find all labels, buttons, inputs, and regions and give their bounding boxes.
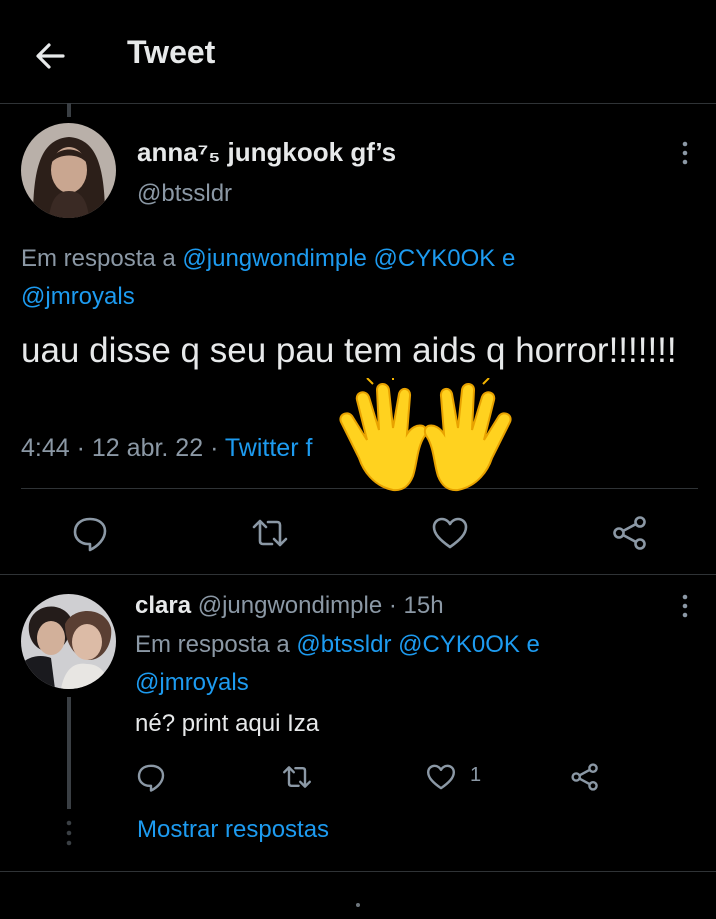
tweet-age[interactable]: 15h <box>404 592 444 619</box>
share-icon[interactable] <box>610 513 650 553</box>
avatar[interactable] <box>21 594 116 689</box>
page-title: Tweet <box>127 34 216 70</box>
mention-link[interactable]: @jmroyals <box>21 283 135 310</box>
share-icon[interactable] <box>569 761 601 793</box>
reply-icon[interactable] <box>70 513 110 553</box>
tweet-time[interactable]: 4:44 <box>21 434 70 462</box>
mention-link[interactable]: @btssldr <box>296 631 391 658</box>
tweet-source[interactable]: Twitter f <box>225 434 313 462</box>
mention-link[interactable]: @jmroyals <box>135 669 249 696</box>
tweet-text: uau disse q seu pau tem aids q horror!!!… <box>21 331 677 370</box>
more-options-icon[interactable] <box>675 140 695 166</box>
reply-context: Em resposta a @btssldr @CYK0OK e @jmroya… <box>135 626 655 702</box>
reply-and: e <box>526 631 540 658</box>
loading-dot <box>356 903 360 907</box>
mention-link[interactable]: @jungwondimple <box>182 245 366 272</box>
reply-header: clara @jungwondimple · 15h <box>135 592 444 620</box>
show-replies-link[interactable]: Mostrar respostas <box>137 816 329 844</box>
meta-separator: · <box>76 434 85 462</box>
arrow-left-icon[interactable] <box>30 36 70 76</box>
reply-and: e <box>501 245 516 272</box>
raising-hands-emoji <box>333 378 518 498</box>
tweet-date[interactable]: 12 abr. 22 <box>92 434 203 462</box>
like-count: 1 <box>470 764 482 786</box>
like-icon[interactable] <box>430 513 470 553</box>
reply-icon[interactable] <box>135 761 167 793</box>
meta-separator: · <box>388 592 397 619</box>
thread-dots <box>66 820 72 846</box>
tweet-text: né? print aqui Iza <box>135 710 320 737</box>
mention-link[interactable]: @CYK0OK <box>398 631 520 658</box>
divider <box>0 871 716 872</box>
display-name[interactable]: clara <box>135 592 191 619</box>
like-icon[interactable] <box>425 761 457 793</box>
mention-link[interactable]: @CYK0OK <box>374 245 496 272</box>
reply-prefix: Em resposta a <box>135 631 290 658</box>
retweet-icon[interactable] <box>281 761 313 793</box>
more-options-icon[interactable] <box>675 593 695 619</box>
reply-context: Em resposta a @jungwondimple @CYK0OK e @… <box>21 240 661 316</box>
tweet-meta: 4:44 · 12 abr. 22 · Twitter f <box>21 434 312 463</box>
reply-prefix: Em resposta a <box>21 245 176 272</box>
avatar[interactable] <box>21 123 116 218</box>
thread-line <box>67 103 71 117</box>
meta-separator: · <box>210 434 219 462</box>
display-name[interactable]: anna⁷₅ jungkook gf’s <box>137 137 396 168</box>
user-handle[interactable]: @btssldr <box>137 180 232 208</box>
user-handle[interactable]: @jungwondimple <box>198 592 382 619</box>
top-bar: Tweet <box>0 0 716 104</box>
thread-line <box>67 697 71 809</box>
divider <box>0 574 716 575</box>
retweet-icon[interactable] <box>250 513 290 553</box>
